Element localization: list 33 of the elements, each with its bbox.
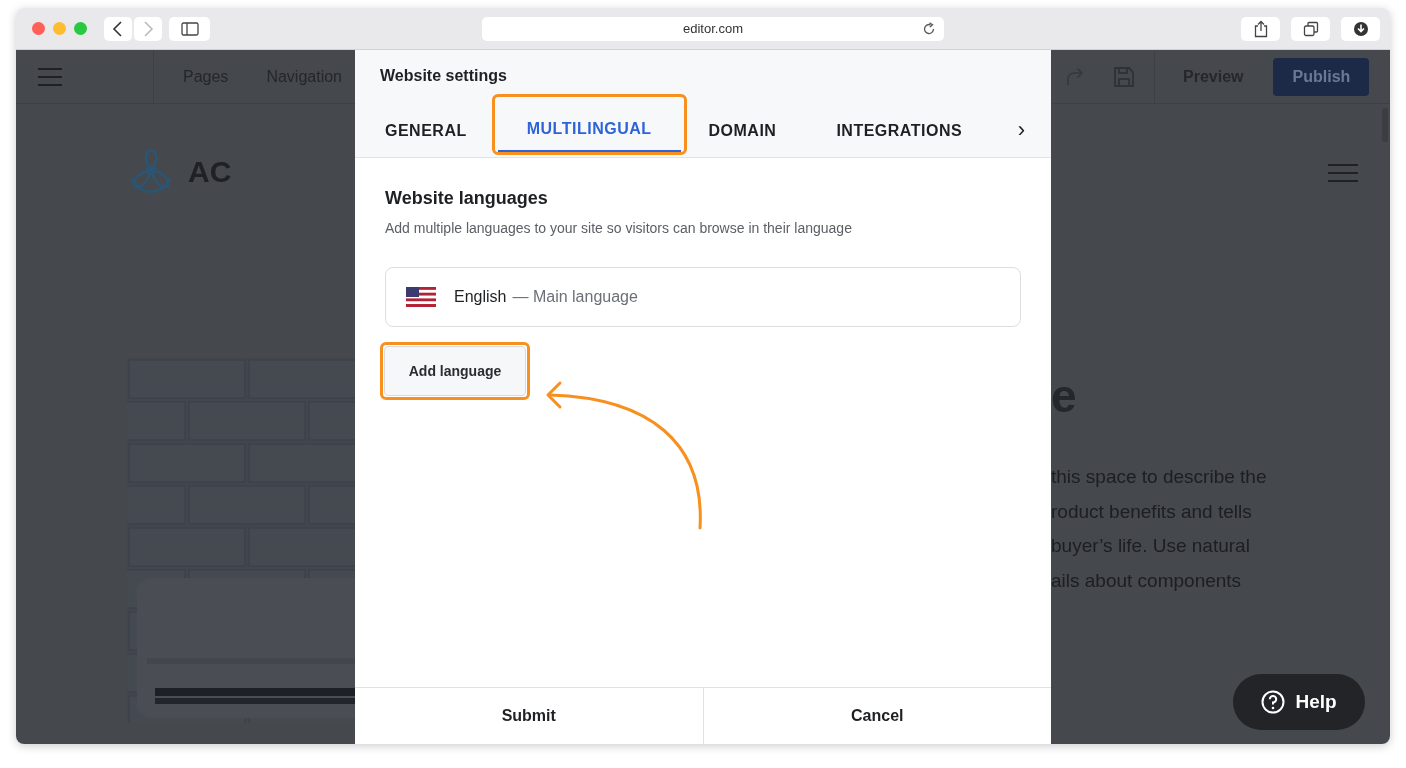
download-button[interactable] — [1341, 16, 1380, 41]
sidebar-button[interactable] — [169, 16, 210, 41]
tab[interactable]: MULTILINGUAL — [497, 97, 681, 152]
tab[interactable]: DOMAIN — [686, 97, 817, 157]
section-description: Add multiple languages to your site so visitors can browse in their language — [385, 220, 853, 236]
language-role: — Main language — [512, 288, 638, 306]
tab[interactable]: INTEGRATIONS — [816, 97, 983, 157]
share-button[interactable] — [1241, 16, 1280, 41]
tab[interactable]: GENERAL — [365, 97, 492, 157]
section-title: Website languages — [385, 188, 549, 209]
add-language-button[interactable]: Add language — [384, 346, 526, 396]
zoom-icon[interactable] — [74, 22, 87, 35]
help-button[interactable]: Help — [1233, 674, 1365, 730]
menu-icon[interactable] — [38, 67, 62, 86]
us-flag-icon — [406, 287, 436, 307]
back-button[interactable] — [104, 16, 132, 41]
question-icon — [1261, 690, 1286, 714]
language-row[interactable]: English — Main language — [385, 267, 1021, 327]
more-tabs-button[interactable]: › — [1011, 97, 1031, 157]
dialog-title: Website settings — [379, 66, 508, 86]
menu-icon[interactable] — [1328, 164, 1358, 182]
close-icon[interactable] — [32, 22, 45, 35]
language-name: English — [454, 288, 507, 306]
chevron-right-icon — [142, 20, 154, 37]
chevron-left-icon — [112, 20, 124, 37]
reload-icon[interactable] — [922, 21, 936, 36]
download-icon — [1352, 20, 1369, 37]
share-icon — [1253, 19, 1268, 38]
minimize-icon[interactable] — [53, 22, 66, 35]
address-bar[interactable]: editor.com — [482, 16, 944, 41]
tabs-icon — [1302, 20, 1319, 37]
tabs-button[interactable] — [1291, 16, 1330, 41]
sidebar-icon — [180, 21, 199, 36]
